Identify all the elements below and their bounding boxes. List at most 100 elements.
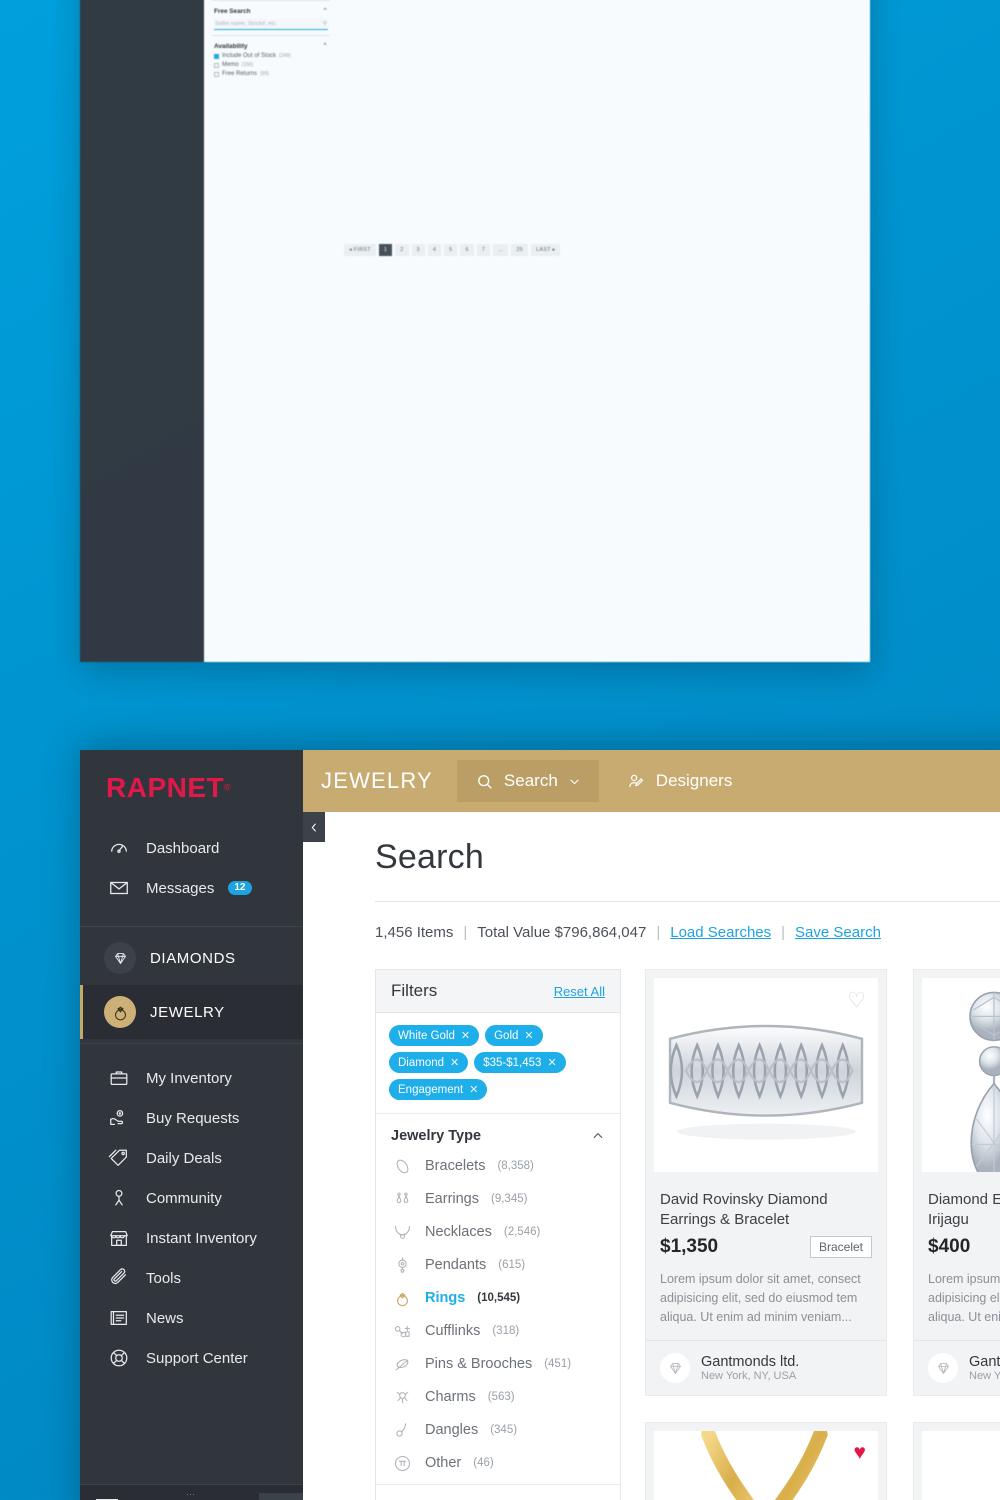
sidebar-item-instant-inventory[interactable]: Instant Inventory bbox=[80, 1218, 303, 1258]
sidebar-item-news[interactable]: News bbox=[80, 1298, 303, 1338]
chip-remove-icon[interactable]: ✕ bbox=[547, 1056, 556, 1069]
sidebar-item-dashboard[interactable]: Dashboard bbox=[80, 828, 303, 868]
filter-chip[interactable]: Engagement ✕ bbox=[389, 1079, 488, 1100]
topbar-item-search[interactable]: Search bbox=[456, 760, 599, 802]
bg-filter-option[interactable]: Include Out of Stock (249) bbox=[214, 53, 328, 59]
jewelry-type-option-cufflinks[interactable]: Cufflinks (318) bbox=[391, 1320, 605, 1342]
jewelry-type-title: Jewelry Type bbox=[391, 1128, 482, 1144]
topbar-item-designers[interactable]: Designers bbox=[609, 760, 751, 802]
chip-remove-icon[interactable]: ✕ bbox=[461, 1029, 470, 1042]
sidebar-item-community[interactable]: Community bbox=[80, 1178, 303, 1218]
favorite-heart-icon[interactable]: ♥ bbox=[854, 1441, 866, 1465]
jewelry-type-label: Charms bbox=[425, 1389, 476, 1405]
sidebar-label-diamonds: DIAMONDS bbox=[150, 949, 236, 967]
drag-dots-icon[interactable]: ⋯ bbox=[186, 1489, 197, 1500]
chip-remove-icon[interactable]: ✕ bbox=[450, 1056, 459, 1069]
chat-bar[interactable]: ⋯ Chat Me bbox=[80, 1484, 303, 1500]
sidebar-item-my-inventory[interactable]: My Inventory bbox=[80, 1058, 303, 1098]
jewelry-type-option-dangles[interactable]: Dangles (345) bbox=[391, 1419, 605, 1441]
sidebar-item-diamonds[interactable]: DIAMONDS bbox=[80, 931, 303, 985]
product-price: $400 bbox=[928, 1236, 971, 1257]
product-image[interactable]: ♡ bbox=[922, 978, 1000, 1172]
diamond-icon bbox=[928, 1353, 958, 1384]
pagination-page-...[interactable]: ... bbox=[493, 244, 509, 256]
sidebar-item-daily-deals[interactable]: Daily Deals bbox=[80, 1138, 303, 1178]
sidebar-divider-2 bbox=[80, 1043, 303, 1044]
product-card[interactable]: ♡ David Rovinsky Diamond Earrings & Brace… bbox=[645, 969, 887, 1397]
product-image[interactable]: ♡ bbox=[922, 1431, 1000, 1500]
storefront-icon bbox=[106, 1227, 132, 1249]
seller-name: Gantmonds ltd. bbox=[969, 1354, 1000, 1371]
sidebar-collapse-button[interactable] bbox=[303, 812, 325, 842]
pagination-page-2[interactable]: 2 bbox=[395, 244, 409, 256]
chip-remove-icon[interactable]: ✕ bbox=[524, 1029, 533, 1042]
jewelry-type-option-other[interactable]: Other (46) bbox=[391, 1452, 605, 1474]
designer-pen-icon bbox=[627, 772, 646, 791]
sidebar-item-buy-requests[interactable]: Buy Requests bbox=[80, 1098, 303, 1138]
filters-header: Filters Reset All bbox=[376, 970, 620, 1013]
filter-chip[interactable]: White Gold ✕ bbox=[389, 1025, 480, 1046]
pagination-page-3[interactable]: 3 bbox=[411, 244, 425, 256]
bg-option-label: Memo bbox=[222, 62, 239, 68]
sidebar-item-tools[interactable]: Tools bbox=[80, 1258, 303, 1298]
logo[interactable]: RAPNET® bbox=[80, 750, 303, 822]
pagination-page-25[interactable]: 25 bbox=[511, 244, 529, 256]
jewelry-type-count: (615) bbox=[498, 1259, 526, 1271]
product-image[interactable]: ♡ bbox=[654, 978, 878, 1172]
checkbox[interactable] bbox=[214, 71, 219, 77]
pagination-last-button[interactable]: LAST ▸ bbox=[531, 244, 561, 256]
jewelry-type-option-necklaces[interactable]: Necklaces (2,546) bbox=[391, 1221, 605, 1243]
sidebar-item-support-center[interactable]: Support Center bbox=[80, 1338, 303, 1378]
jewelry-type-count: (46) bbox=[473, 1457, 494, 1469]
product-card[interactable]: ♡ bbox=[913, 1422, 1000, 1500]
jewelry-type-option-pendants[interactable]: Pendants (615) bbox=[391, 1254, 605, 1276]
bracelet-icon bbox=[391, 1155, 413, 1177]
chevron-up-icon[interactable] bbox=[591, 1129, 605, 1143]
bg-filter-option[interactable]: Memo (156) bbox=[214, 62, 328, 68]
product-seller[interactable]: Gantmonds ltd.New York, NY, USA bbox=[646, 1340, 886, 1395]
hand-coin-icon bbox=[106, 1107, 132, 1129]
pagination-page-4[interactable]: 4 bbox=[427, 244, 442, 256]
pagination-first-button[interactable]: ◂ FIRST bbox=[344, 244, 376, 256]
ring-icon bbox=[391, 1287, 413, 1309]
bg-free-search-input[interactable]: Seller name, Stock#, etc. ⚲ bbox=[214, 19, 328, 30]
checkbox[interactable] bbox=[214, 53, 219, 59]
product-seller[interactable]: Gantmonds ltd.New York, NY, USA bbox=[914, 1340, 1000, 1395]
pagination-page-7[interactable]: 7 bbox=[476, 244, 491, 256]
pagination-page-6[interactable]: 6 bbox=[460, 244, 474, 256]
filter-chip[interactable]: Diamond ✕ bbox=[389, 1052, 469, 1073]
jewelry-type-option-bracelets[interactable]: Bracelets (8,358) bbox=[391, 1155, 605, 1177]
bg-filter-option[interactable]: Free Returns (99) bbox=[214, 71, 328, 77]
chip-remove-icon[interactable]: ✕ bbox=[469, 1083, 478, 1096]
pagination-page-1[interactable]: 1 bbox=[378, 244, 393, 256]
sidebar-item-messages[interactable]: Messages 12 bbox=[80, 868, 303, 908]
product-card[interactable]: ♥ bbox=[645, 1422, 887, 1500]
chat-search-button[interactable] bbox=[259, 1493, 303, 1500]
jewelry-type-option-rings[interactable]: Rings (10,545) bbox=[391, 1287, 605, 1309]
save-search-link[interactable]: Save Search bbox=[795, 924, 881, 941]
jewelry-type-option-charms[interactable]: Charms (563) bbox=[391, 1386, 605, 1408]
bg-free-search-header[interactable]: Free Search ⌃ bbox=[214, 7, 328, 16]
checkbox[interactable] bbox=[214, 62, 219, 68]
pagination-page-5[interactable]: 5 bbox=[444, 244, 458, 256]
jewelry-type-header[interactable]: Jewelry Type bbox=[391, 1128, 605, 1144]
filter-chip[interactable]: Gold ✕ bbox=[485, 1025, 543, 1046]
jewelry-type-label: Pendants bbox=[425, 1257, 487, 1273]
load-searches-link[interactable]: Load Searches bbox=[670, 924, 771, 941]
paperclip-icon bbox=[106, 1267, 132, 1289]
favorite-heart-icon[interactable]: ♡ bbox=[847, 988, 866, 1013]
bg-availability-header[interactable]: Availability ⌃ bbox=[214, 42, 328, 51]
product-card[interactable]: ♡ Diamond Earringspear Jewels Irijagu $400… bbox=[913, 969, 1000, 1397]
sidebar-label: News bbox=[146, 1309, 184, 1327]
jewelry-type-options: Bracelets (8,358) Earrings (9,345) Necklaces… bbox=[391, 1155, 605, 1474]
product-image[interactable]: ♥ bbox=[654, 1431, 878, 1500]
items-count: 1,456 Items bbox=[375, 924, 454, 941]
sidebar-item-jewelry[interactable]: JEWELRY bbox=[80, 985, 303, 1039]
seller-text: Gantmonds ltd.New York, NY, USA bbox=[969, 1354, 1000, 1382]
filter-chip[interactable]: $35-$1,453 ✕ bbox=[474, 1052, 566, 1073]
ring-icon bbox=[104, 996, 136, 1028]
jewelry-type-option-earrings[interactable]: Earrings (9,345) bbox=[391, 1188, 605, 1210]
jewelry-type-option-pins-brooches[interactable]: Pins & Brooches (451) bbox=[391, 1353, 605, 1375]
reset-all-button[interactable]: Reset All bbox=[554, 984, 605, 999]
filter-section-price: Price $ 36 bbox=[376, 1484, 620, 1500]
